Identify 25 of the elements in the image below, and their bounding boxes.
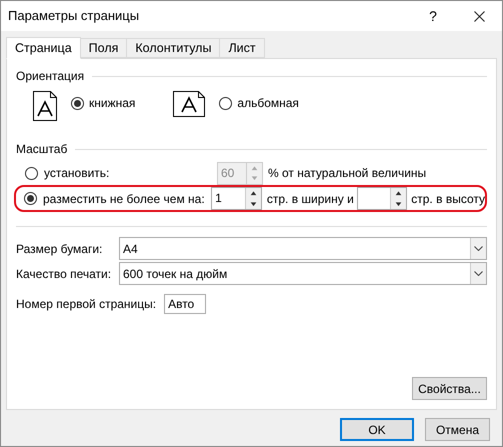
dropdown[interactable]: A4 (119, 237, 487, 260)
width-spinner[interactable]: 1 (211, 187, 262, 210)
properties-button[interactable]: Свойства... (412, 377, 487, 400)
group-title: Масштаб (16, 141, 68, 158)
help-button[interactable]: ? (410, 1, 456, 31)
field-label: Размер бумаги: (16, 240, 104, 258)
unit-label: стр. в высоту (411, 190, 485, 208)
field-label: Качество печати: (16, 266, 112, 282)
tab[interactable]: Поля (80, 38, 128, 58)
page-number-field[interactable]: Авто (164, 294, 206, 314)
dropdown[interactable]: 600 точек на дюйм (119, 262, 487, 285)
field-label: Номер первой страницы: (16, 296, 156, 313)
tab[interactable]: Колонтитулы (126, 38, 220, 58)
radio-label: установить: (44, 165, 110, 182)
radio-label: альбомная (237, 95, 299, 112)
ok-button[interactable]: OK (340, 418, 414, 441)
unit-label: % от натуральной величины (268, 165, 426, 182)
cancel-button[interactable]: Отмена (425, 418, 490, 441)
radio-label: книжная (89, 95, 136, 112)
tab[interactable]: Страница (6, 37, 81, 59)
unit-label: стр. в ширину и (266, 190, 355, 208)
group-title: Ориентация (16, 68, 84, 85)
window-title: Параметры страницы (8, 7, 140, 26)
radio-label: разместить не более чем на: (43, 190, 205, 208)
tab[interactable]: Лист (219, 38, 265, 58)
